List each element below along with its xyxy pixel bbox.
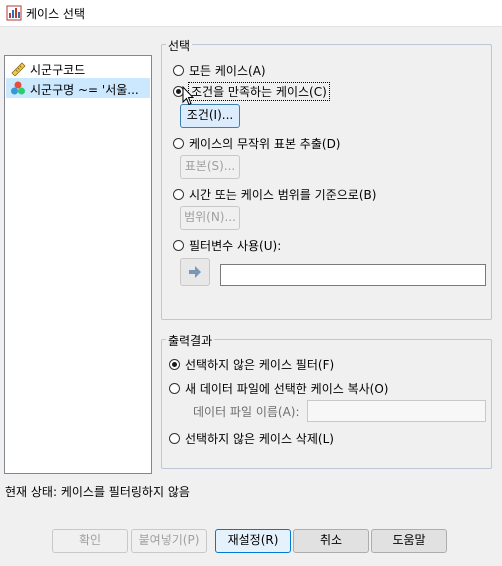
variable-label: 시군구코드 bbox=[30, 63, 86, 77]
title-bar: 케이스 선택 bbox=[0, 0, 502, 27]
radio-indicator bbox=[173, 240, 184, 251]
app-icon bbox=[6, 5, 22, 21]
dataset-name-field[interactable] bbox=[307, 400, 486, 422]
arrow-right-icon bbox=[189, 266, 201, 278]
reset-button[interactable]: 재설정(R) bbox=[215, 529, 291, 553]
radio-indicator bbox=[173, 189, 184, 200]
ok-button[interactable]: 확인 bbox=[52, 529, 128, 553]
nominal-icon bbox=[11, 81, 25, 95]
radio-indicator bbox=[173, 138, 184, 149]
radio-copy-new-dataset[interactable]: 새 데이터 파일에 선택한 케이스 복사(O) bbox=[169, 380, 388, 397]
radio-range[interactable]: 시간 또는 케이스 범위를 기준으로(B) bbox=[173, 186, 376, 203]
radio-condition[interactable]: 조건을 만족하는 케이스(C) bbox=[173, 82, 330, 101]
radio-filter-variable[interactable]: 필터변수 사용(U): bbox=[173, 237, 281, 254]
radio-indicator bbox=[169, 433, 180, 444]
radio-all-cases[interactable]: 모든 케이스(A) bbox=[173, 62, 266, 79]
paste-button[interactable]: 붙여넣기(P) bbox=[131, 529, 207, 553]
output-legend: 출력결과 bbox=[166, 332, 215, 349]
variable-label: 시군구명 ~= '서울... bbox=[30, 83, 139, 97]
help-button[interactable]: 도움말 bbox=[371, 529, 447, 553]
range-button[interactable]: 범위(N)... bbox=[180, 206, 240, 230]
radio-filter-out[interactable]: 선택하지 않은 케이스 필터(F) bbox=[169, 356, 334, 373]
radio-indicator bbox=[173, 86, 184, 97]
cancel-button[interactable]: 취소 bbox=[293, 529, 369, 553]
radio-indicator bbox=[169, 359, 180, 370]
selection-legend: 선택 bbox=[166, 37, 193, 54]
variable-list[interactable]: 시군구코드 시군구명 ~= '서울... bbox=[4, 55, 152, 474]
variable-item[interactable]: 시군구명 ~= '서울... bbox=[6, 78, 150, 98]
sample-button[interactable]: 표본(S)... bbox=[180, 155, 240, 179]
filter-variable-field[interactable] bbox=[220, 264, 486, 286]
radio-delete-unselected[interactable]: 선택하지 않은 케이스 삭제(L) bbox=[169, 430, 334, 447]
radio-indicator bbox=[173, 65, 184, 76]
radio-indicator bbox=[169, 383, 180, 394]
window-title: 케이스 선택 bbox=[26, 7, 86, 21]
radio-random-sample[interactable]: 케이스의 무작위 표본 추출(D) bbox=[173, 135, 341, 152]
move-variable-button[interactable] bbox=[180, 258, 210, 286]
status-text: 현재 상태: 케이스를 필터링하지 않음 bbox=[5, 485, 190, 499]
condition-button[interactable]: 조건(I)... bbox=[180, 104, 240, 128]
ruler-icon bbox=[11, 62, 26, 76]
dataset-name-label: 데이터 파일 이름(A): bbox=[193, 405, 300, 419]
variable-item[interactable]: 시군구코드 bbox=[6, 58, 150, 78]
